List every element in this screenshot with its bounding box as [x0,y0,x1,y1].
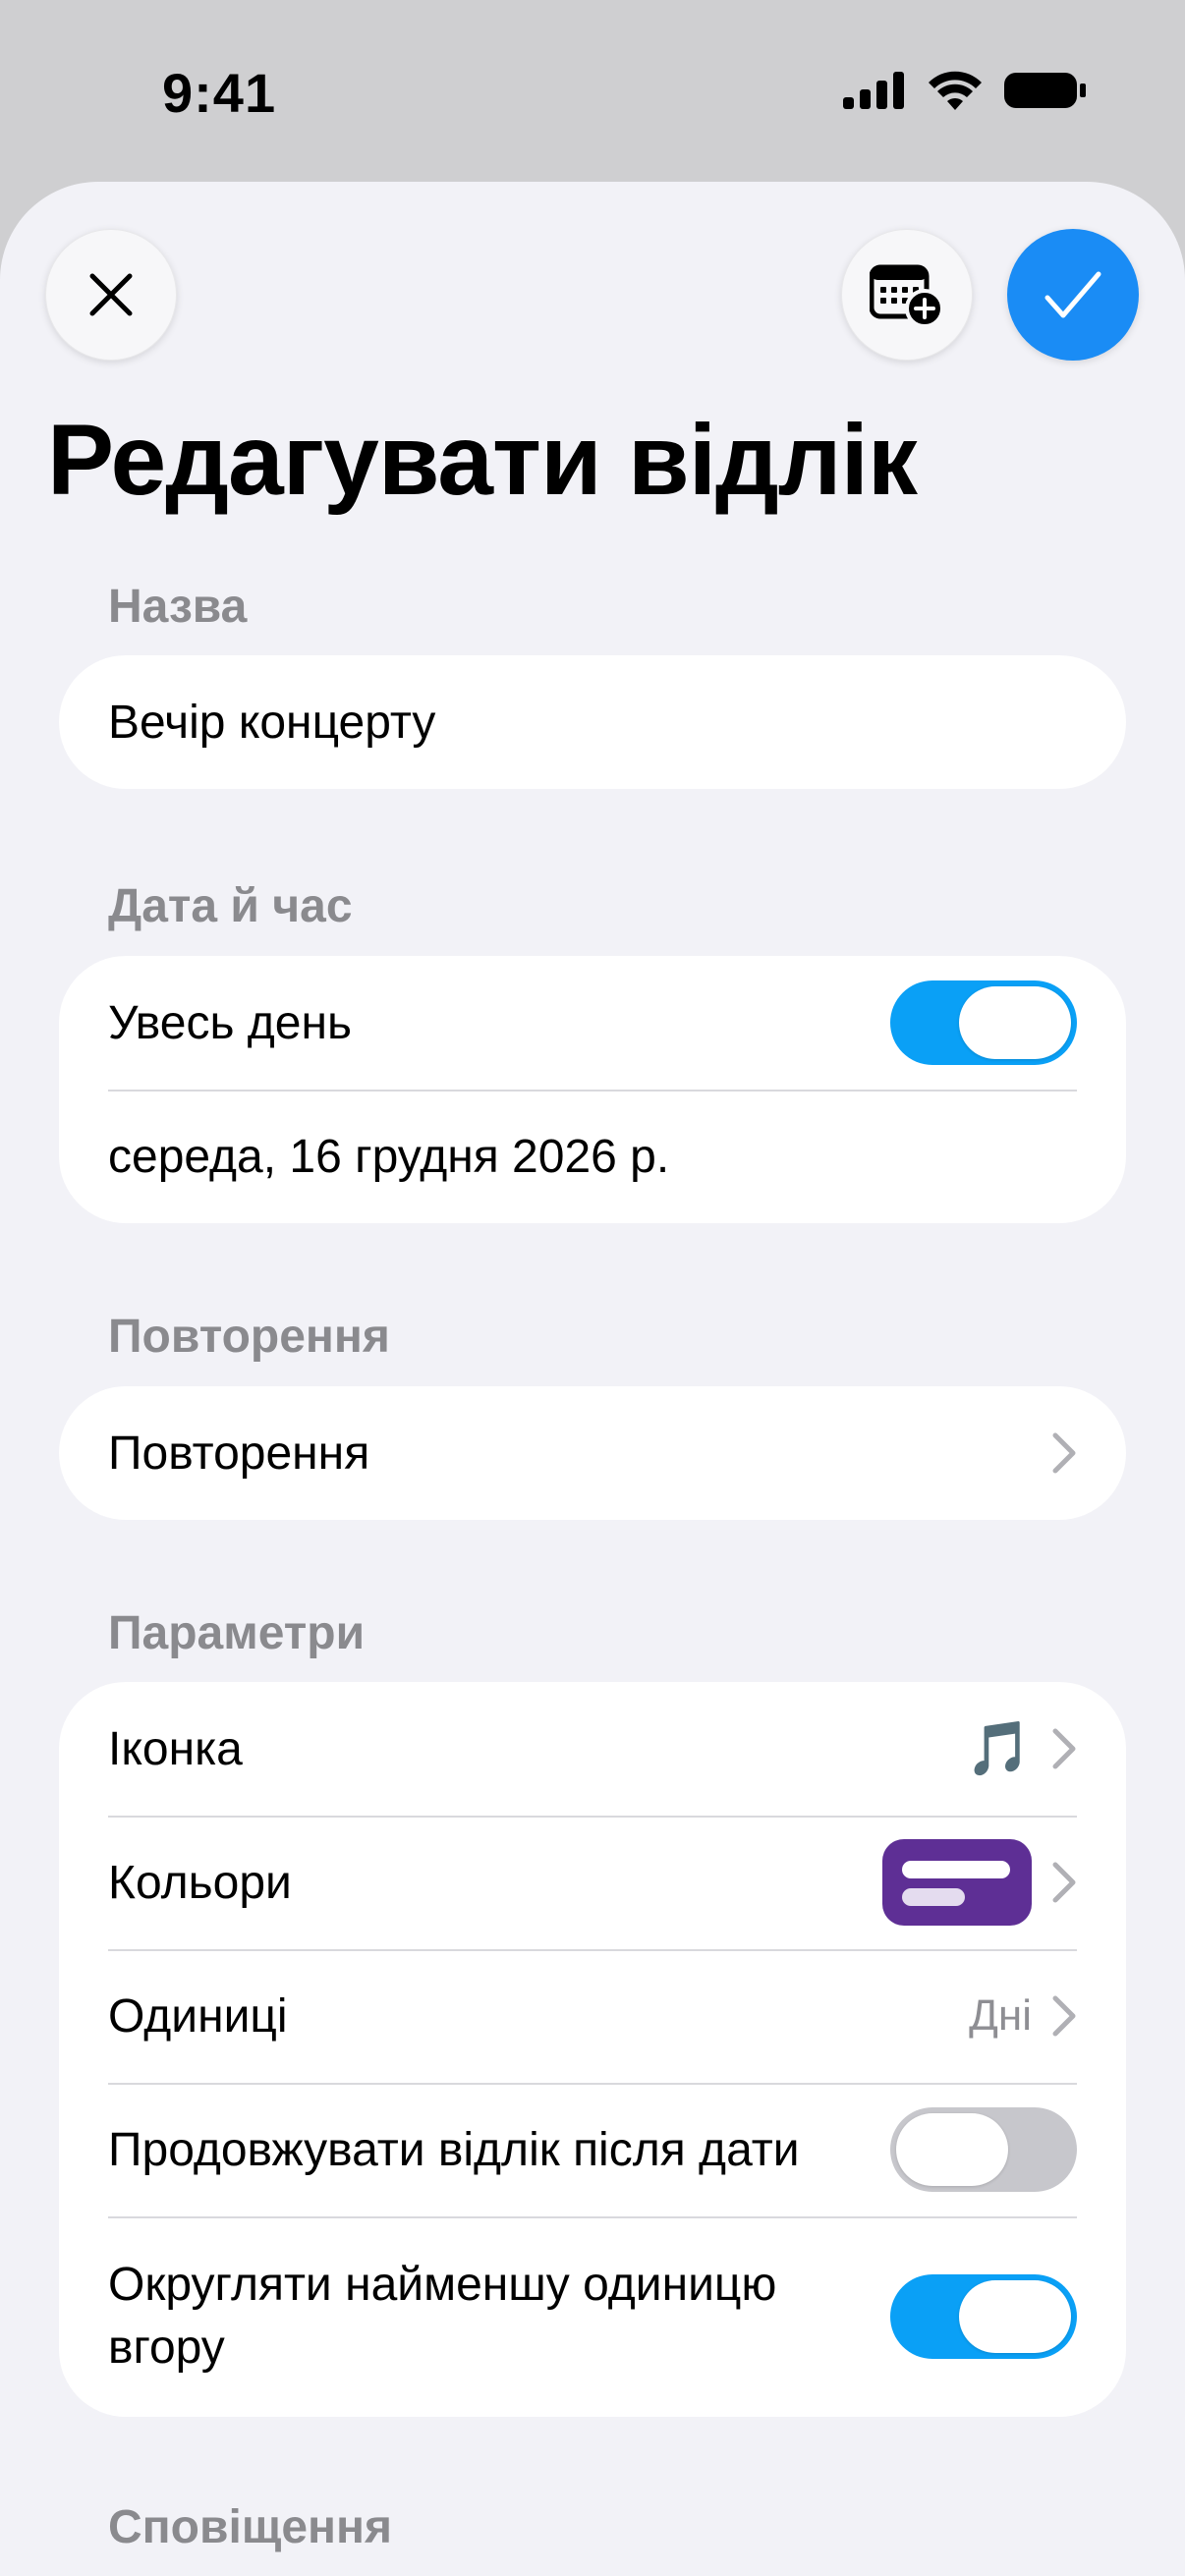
continue-after-date-label: Продовжувати відлік після дати [108,2123,800,2176]
section-label-name: Назва [108,581,248,633]
round-up-label: Округляти найменшу одиницю вгору [108,2259,777,2374]
units-value: Дні [969,1991,1032,2040]
repeat-row-label: Повторення [108,1427,370,1480]
datetime-card: Увесь день середа, 16 грудня 2026 р. [59,956,1126,1223]
continue-after-date-toggle[interactable] [890,2107,1077,2192]
continue-after-date-row: Продовжувати відлік після дати [59,2083,1126,2216]
icon-row[interactable]: Іконка 🎵 [59,1682,1126,1816]
params-card: Іконка 🎵 Кольори Одиниці Дні Продовжуват… [59,1682,1126,2417]
close-icon [89,273,133,316]
chevron-right-icon [1052,1432,1076,1474]
icon-row-label: Іконка [108,1722,243,1775]
calendar-add-icon [870,264,944,328]
edit-sheet: Редагувати відлік Назва Вечір концерту Д… [0,182,1185,2576]
close-button[interactable] [45,229,177,361]
add-to-calendar-button[interactable] [841,229,973,361]
units-row-label: Одиниці [108,1989,288,2043]
date-row[interactable]: середа, 16 грудня 2026 р. [59,1090,1126,1223]
status-icons [843,71,1087,110]
colors-row[interactable]: Кольори [59,1816,1126,1949]
all-day-row: Увесь день [59,956,1126,1090]
section-label-notifications: Сповіщення [108,2501,393,2553]
name-value: Вечір концерту [108,696,436,749]
status-time: 9:41 [162,62,277,124]
name-field[interactable]: Вечір концерту [59,655,1126,789]
repeat-card: Повторення [59,1386,1126,1520]
wifi-icon [929,71,982,110]
all-day-label: Увесь день [108,996,353,1049]
repeat-row[interactable]: Повторення [59,1386,1126,1520]
date-value: середа, 16 грудня 2026 р. [108,1130,670,1183]
round-up-row: Округляти найменшу одиницю вгору [59,2216,1126,2417]
section-label-repeat: Повторення [108,1311,390,1363]
color-preview-swatch [882,1839,1032,1926]
chevron-right-icon [1052,1862,1076,1903]
checkmark-icon [1044,271,1101,318]
confirm-button[interactable] [1007,229,1139,361]
section-label-datetime: Дата й час [108,880,353,932]
colors-row-label: Кольори [108,1856,292,1909]
round-up-toggle[interactable] [890,2274,1077,2359]
cellular-signal-icon [843,72,904,109]
section-label-params: Параметри [108,1607,366,1659]
units-row[interactable]: Одиниці Дні [59,1949,1126,2083]
name-card: Вечір концерту [59,655,1126,789]
chevron-right-icon [1052,1728,1076,1769]
music-note-icon: 🎵 [965,1718,1032,1778]
chevron-right-icon [1052,1995,1076,2037]
all-day-toggle[interactable] [890,980,1077,1065]
status-bar: 9:41 [0,0,1185,187]
page-title: Редагувати відлік [47,404,918,516]
battery-icon [1004,73,1086,108]
